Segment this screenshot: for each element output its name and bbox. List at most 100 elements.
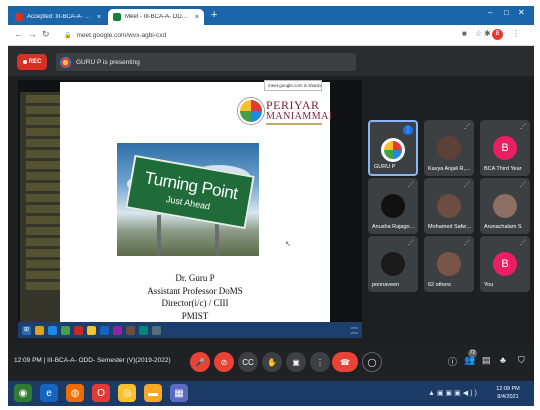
tab-calendar[interactable]: Accepted: III-BCA-A- ODD- Sem × bbox=[10, 9, 106, 25]
mouse-cursor-icon: ↖ bbox=[285, 241, 291, 248]
record-dot-icon bbox=[22, 60, 27, 64]
menu-icon[interactable]: ⋮ bbox=[512, 29, 520, 38]
presentation-slide: PERIYAR MANIAMMAI Turning Point Just Ahe… bbox=[60, 82, 332, 330]
participant-name: Arunachalam S bbox=[484, 224, 522, 230]
participant-avatar: B bbox=[493, 136, 517, 160]
host-controls-icon[interactable]: ⛉ bbox=[518, 355, 525, 366]
mic-muted-icon: ⋰ bbox=[464, 124, 470, 130]
minimize-button[interactable]: – bbox=[488, 8, 492, 17]
maximize-button[interactable]: □ bbox=[504, 8, 509, 17]
leave-call-button[interactable]: ☎ bbox=[332, 352, 358, 372]
firefox-icon[interactable]: ◍ bbox=[66, 384, 84, 402]
url-field[interactable]: 🔒 meet.google.com/wvx-agbi-cxd bbox=[58, 28, 458, 42]
new-tab-button[interactable]: + bbox=[211, 9, 217, 21]
mic-muted-icon: ⋰ bbox=[520, 124, 526, 130]
presentation-stage: PERIYAR MANIAMMAI Turning Point Just Ahe… bbox=[18, 80, 362, 338]
presenter-position: Director(i/c) / CIII bbox=[161, 298, 229, 308]
participant-tile[interactable]: Kavya Anjali R, II... ⋰ bbox=[424, 120, 474, 176]
chrome-icon[interactable]: ◎ bbox=[118, 384, 136, 402]
participant-avatar bbox=[381, 194, 405, 218]
app-icon bbox=[139, 325, 148, 335]
app-icon bbox=[113, 325, 122, 335]
profile-avatar[interactable]: B bbox=[492, 29, 503, 40]
info-icon[interactable]: ⓘ bbox=[448, 355, 457, 368]
logo-text-bottom: MANIAMMAI bbox=[266, 111, 333, 122]
close-icon[interactable]: × bbox=[195, 14, 199, 21]
presenter-banner[interactable]: GURU P is presenting bbox=[56, 53, 356, 71]
presenter-institution: PMIST bbox=[181, 310, 209, 321]
meet-window: REC GURU P is presenting PERIYAR MANIAMM… bbox=[8, 46, 534, 381]
clock-date: 8/4/2021 bbox=[497, 394, 519, 400]
participant-avatar bbox=[437, 194, 461, 218]
start-button[interactable]: ◉ bbox=[14, 384, 32, 402]
raise-hand-button[interactable]: ✋ bbox=[262, 352, 282, 372]
speaking-indicator-icon: ⋮ bbox=[403, 125, 413, 135]
participant-name: Kavya Anjali R, II... bbox=[428, 166, 472, 172]
presenter-name: Dr. Guru P bbox=[175, 273, 215, 283]
present-now-button[interactable]: ▣ bbox=[286, 352, 306, 372]
mic-off-button[interactable]: 🎤 bbox=[190, 352, 210, 372]
participant-tile[interactable]: B You ⋰ bbox=[480, 236, 530, 292]
meeting-info: 12:09 PM | III-BCA-A- ODD- Semester (V)(… bbox=[14, 357, 171, 364]
word-icon bbox=[100, 325, 109, 335]
camera-off-button[interactable]: ⊘ bbox=[214, 352, 234, 372]
forward-arrow-icon[interactable]: → bbox=[28, 29, 37, 39]
participant-tile[interactable]: Anusha Rajagopal ⋰ bbox=[368, 178, 418, 234]
participant-tile[interactable]: B BCA Third Year ⋰ bbox=[480, 120, 530, 176]
internet-explorer-icon[interactable]: e bbox=[40, 384, 58, 402]
presenter-avatar bbox=[60, 56, 71, 68]
participant-tile[interactable]: Mohamed Safwan ⋰ bbox=[424, 178, 474, 234]
reload-icon[interactable]: ↻ bbox=[42, 29, 50, 40]
presenter-role: Assistant Professor DoMS bbox=[147, 285, 243, 296]
camera-icon[interactable]: ■ bbox=[462, 29, 467, 38]
tab-meet[interactable]: Meet - III-BCA-A- ODD- Se × bbox=[108, 9, 204, 25]
close-window-button[interactable]: ✕ bbox=[518, 8, 525, 17]
recording-indicator[interactable]: REC bbox=[17, 54, 47, 70]
rec-label: REC bbox=[28, 59, 42, 65]
activities-icon[interactable]: ♣ bbox=[500, 355, 506, 365]
app-icon bbox=[152, 325, 161, 335]
mic-muted-icon: ⋰ bbox=[520, 182, 526, 188]
shared-screen-clock-icon: ▭▭ ▭▭ bbox=[350, 325, 358, 335]
close-icon[interactable]: × bbox=[97, 14, 101, 21]
participant-name: Mohamed Safwan bbox=[428, 224, 472, 230]
back-arrow-icon[interactable]: ← bbox=[14, 29, 23, 39]
captions-button[interactable]: CC bbox=[238, 352, 258, 372]
file-explorer-icon[interactable]: ▬ bbox=[144, 384, 162, 402]
windows-taskbar: ◉ e ◍ O ◎ ▬ ▦ ▲▣▣▣◀)) 12:09 PM 8/4/2021 bbox=[8, 381, 534, 406]
chat-icon[interactable]: ▤ bbox=[482, 355, 491, 366]
mic-muted-icon: ⋰ bbox=[408, 182, 414, 188]
university-logo: PERIYAR MANIAMMAI bbox=[238, 98, 332, 134]
participant-avatar bbox=[381, 138, 405, 162]
mic-muted-icon: ⋰ bbox=[408, 240, 414, 246]
mic-muted-icon: ⋰ bbox=[520, 240, 526, 246]
participant-name: Anusha Rajagopal bbox=[372, 224, 416, 230]
activities-button[interactable]: ◯ bbox=[362, 352, 382, 372]
meeting-name: III-BCA-A- ODD- Semester (V)(2019-2022) bbox=[47, 357, 171, 364]
system-tray-icons[interactable]: ▲▣▣▣◀)) bbox=[428, 389, 479, 397]
tab-strip: Accepted: III-BCA-A- ODD- Sem × Meet - I… bbox=[8, 6, 534, 25]
app-window-icon[interactable]: ▦ bbox=[170, 384, 188, 402]
extensions-icon[interactable]: ✱ bbox=[484, 29, 491, 38]
url-text: meet.google.com/wvx-agbi-cxd bbox=[76, 31, 167, 39]
excel-icon bbox=[61, 325, 70, 335]
participant-tile[interactable]: ponnaveen ⋰ bbox=[368, 236, 418, 292]
logo-underline bbox=[266, 123, 322, 125]
tab-title: Accepted: III-BCA-A- ODD- Sem bbox=[27, 14, 93, 20]
star-icon[interactable]: ☆ bbox=[475, 29, 482, 38]
meet-icon bbox=[113, 13, 121, 21]
opera-icon[interactable]: O bbox=[92, 384, 110, 402]
participant-avatar bbox=[437, 252, 461, 276]
more-options-button[interactable]: ⋮ bbox=[310, 352, 330, 372]
participant-avatar: B bbox=[493, 252, 517, 276]
participant-tile[interactable]: Arunachalam S ⋰ bbox=[480, 178, 530, 234]
people-icon[interactable]: 👥 bbox=[464, 355, 475, 366]
app-icon bbox=[126, 325, 135, 335]
meeting-time: 12:09 PM bbox=[14, 357, 42, 364]
participant-tile[interactable]: GURU P ⋮ bbox=[368, 120, 418, 176]
presenter-label: GURU P is presenting bbox=[76, 58, 140, 66]
tab-title: Meet - III-BCA-A- ODD- Se bbox=[125, 14, 191, 20]
participant-tile[interactable]: 62 others ⋰ bbox=[424, 236, 474, 292]
system-clock[interactable]: 12:09 PM 8/4/2021 bbox=[486, 385, 530, 401]
lock-icon: 🔒 bbox=[64, 32, 72, 39]
